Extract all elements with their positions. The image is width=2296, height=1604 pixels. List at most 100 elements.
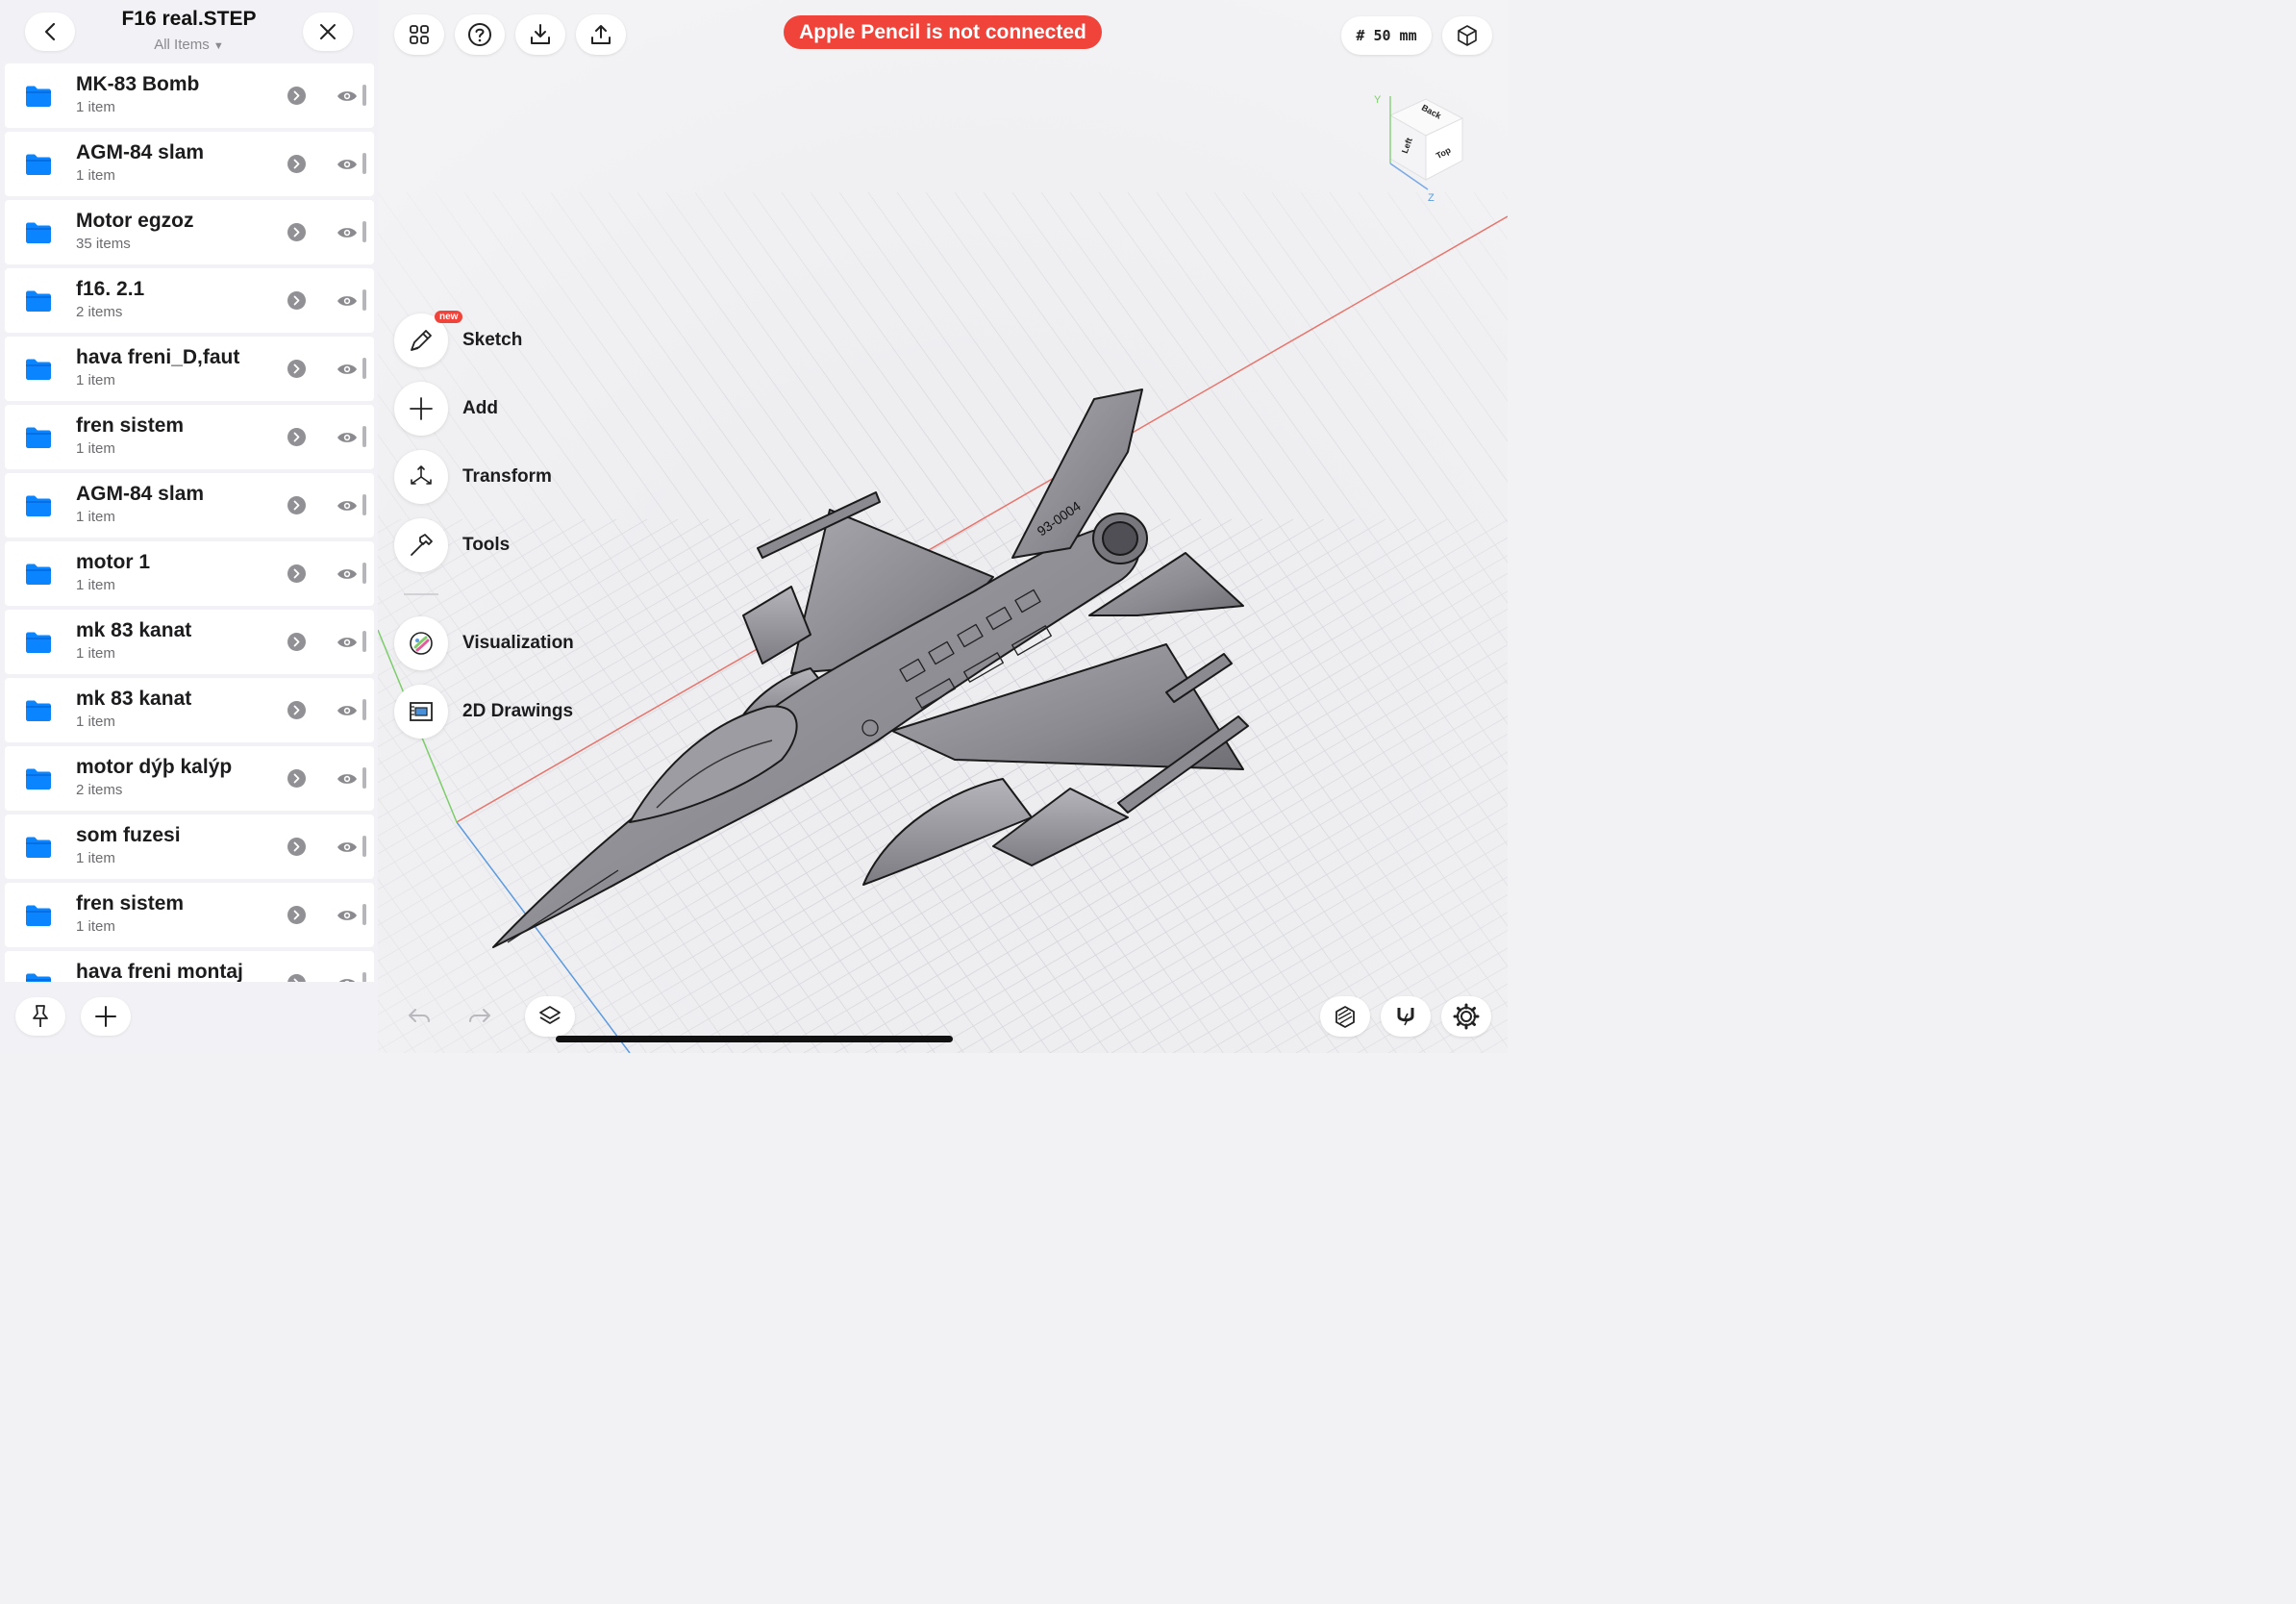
reorder-handle[interactable] (362, 494, 366, 515)
reorder-handle[interactable] (362, 767, 366, 789)
tool-tools-circle[interactable] (394, 518, 448, 572)
reorder-handle[interactable] (362, 836, 366, 857)
folder-icon-wrap (25, 358, 52, 386)
grid-size-button[interactable]: # 50 mm (1341, 16, 1432, 55)
open-item-button[interactable] (287, 974, 306, 982)
filter-dropdown[interactable]: All Items ▼ (96, 37, 282, 53)
back-button[interactable] (25, 13, 75, 51)
visibility-toggle[interactable] (337, 431, 358, 449)
open-item-button[interactable] (287, 769, 306, 788)
eye-icon (337, 364, 357, 374)
pin-button[interactable] (15, 997, 65, 1036)
list-item[interactable]: f16. 2.1 2 items (5, 268, 374, 333)
list-item[interactable]: fren sistem 1 item (5, 883, 374, 947)
visibility-toggle[interactable] (337, 363, 358, 381)
chevron-right-icon (293, 159, 300, 169)
reorder-handle[interactable] (362, 358, 366, 379)
export-button[interactable] (576, 14, 626, 55)
reorder-handle[interactable] (362, 904, 366, 925)
tool-transform-circle[interactable] (394, 450, 448, 504)
reorder-handle[interactable] (362, 631, 366, 652)
list-item[interactable]: AGM-84 slam 1 item (5, 132, 374, 196)
visibility-toggle[interactable] (337, 636, 358, 654)
open-item-button[interactable] (287, 838, 306, 856)
list-item[interactable]: fren sistem 1 item (5, 405, 374, 469)
visibility-toggle[interactable] (337, 294, 358, 313)
plus-icon (410, 397, 433, 420)
undo-button[interactable] (394, 996, 444, 1037)
list-item[interactable]: Motor egzoz 35 items (5, 200, 374, 264)
list-item[interactable]: hava freni montaj (5, 951, 374, 982)
reorder-handle[interactable] (362, 85, 366, 106)
visibility-toggle[interactable] (337, 977, 358, 982)
component-list[interactable]: MK-83 Bomb 1 item AGM-84 slam 1 item Motor e… (5, 63, 374, 982)
tool-add-circle[interactable] (394, 382, 448, 436)
reorder-handle[interactable] (362, 563, 366, 584)
reorder-handle[interactable] (362, 221, 366, 242)
reorder-handle[interactable] (362, 289, 366, 311)
list-item[interactable]: motor 1 1 item (5, 541, 374, 606)
open-item-button[interactable] (287, 428, 306, 446)
open-item-button[interactable] (287, 360, 306, 378)
home-indicator[interactable] (556, 1036, 953, 1042)
visibility-toggle[interactable] (337, 840, 358, 859)
folder-icon (26, 973, 51, 982)
open-item-button[interactable] (287, 87, 306, 105)
eye-icon (337, 774, 357, 784)
import-button[interactable] (515, 14, 565, 55)
tool-visualization-circle[interactable] (394, 616, 448, 670)
help-button[interactable] (455, 14, 505, 55)
list-item[interactable]: hava freni_D,faut 1 item (5, 337, 374, 401)
open-item-button[interactable] (287, 496, 306, 514)
open-item-button[interactable] (287, 906, 306, 924)
layers-button[interactable] (525, 996, 575, 1037)
folder-icon-wrap (25, 631, 52, 659)
visibility-toggle[interactable] (337, 567, 358, 586)
pencil-status-banner[interactable]: Apple Pencil is not connected (784, 15, 1102, 49)
redo-button[interactable] (455, 996, 505, 1037)
gear-icon (1453, 1003, 1480, 1030)
reorder-handle[interactable] (362, 699, 366, 720)
reorder-handle[interactable] (362, 426, 366, 447)
view-mode-button[interactable] (1442, 16, 1492, 55)
layout-button[interactable] (394, 14, 444, 55)
visibility-toggle[interactable] (337, 226, 358, 244)
open-item-button[interactable] (287, 155, 306, 173)
open-item-button[interactable] (287, 291, 306, 310)
folder-icon (26, 564, 51, 585)
list-item[interactable]: AGM-84 slam 1 item (5, 473, 374, 538)
folder-icon (26, 837, 51, 858)
visibility-toggle[interactable] (337, 89, 358, 108)
open-item-button[interactable] (287, 564, 306, 583)
snap-button[interactable] (1381, 996, 1431, 1037)
visibility-toggle[interactable] (337, 499, 358, 517)
view-cube[interactable]: Y Z Back Left Top (1368, 91, 1474, 207)
open-item-button[interactable] (287, 223, 306, 241)
visibility-toggle[interactable] (337, 772, 358, 790)
reorder-handle[interactable] (362, 972, 366, 982)
list-item[interactable]: mk 83 kanat 1 item (5, 610, 374, 674)
visibility-toggle[interactable] (337, 704, 358, 722)
list-item[interactable]: mk 83 kanat 1 item (5, 678, 374, 742)
visibility-toggle[interactable] (337, 909, 358, 927)
add-item-button[interactable] (81, 997, 131, 1036)
list-item[interactable]: som fuzesi 1 item (5, 815, 374, 879)
open-item-button[interactable] (287, 701, 306, 719)
list-item[interactable]: MK-83 Bomb 1 item (5, 63, 374, 128)
tool-2d-drawings-circle[interactable] (394, 685, 448, 739)
open-item-button[interactable] (287, 633, 306, 651)
reorder-handle[interactable] (362, 153, 366, 174)
close-button[interactable] (303, 13, 353, 51)
list-item[interactable]: motor dýþ kalýp 2 items (5, 746, 374, 811)
folder-icon (26, 359, 51, 380)
view-cube-icon (1458, 25, 1477, 46)
eye-icon (337, 91, 357, 101)
item-name: f16. 2.1 (76, 278, 145, 300)
filter-label: All Items (154, 37, 210, 53)
eye-icon (337, 911, 357, 920)
visibility-toggle[interactable] (337, 158, 358, 176)
material-button[interactable] (1320, 996, 1370, 1037)
3d-viewport[interactable]: 93-0004 Apple Pencil is not connected # … (378, 0, 1508, 1053)
settings-button[interactable] (1441, 996, 1491, 1037)
folder-icon-wrap (25, 699, 52, 727)
